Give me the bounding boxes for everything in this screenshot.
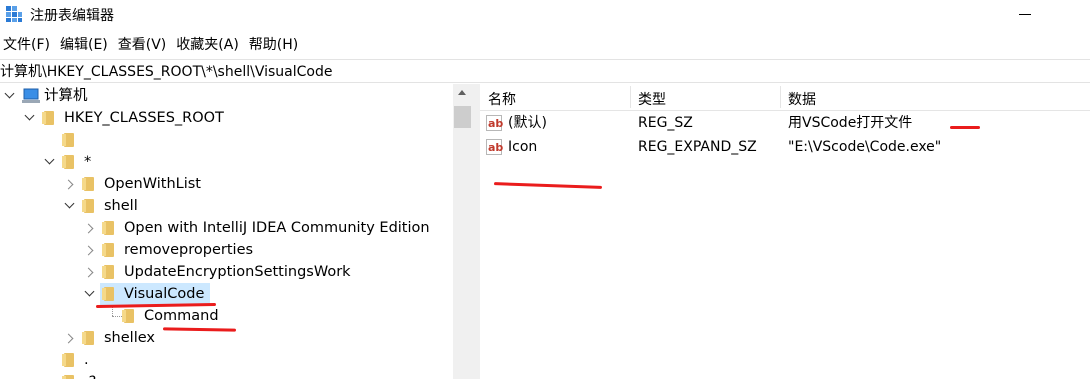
folder-icon [82, 176, 96, 192]
folder-icon [102, 242, 116, 258]
menu-favorites[interactable]: 收藏夹(A) [173, 34, 246, 56]
chevron-down-icon[interactable] [4, 85, 16, 107]
registry-icon [6, 6, 22, 22]
menu-edit[interactable]: 编辑(E) [57, 34, 115, 56]
folder-icon [62, 154, 76, 170]
chevron-down-icon[interactable] [84, 283, 96, 305]
folder-icon [62, 374, 76, 379]
chevron-right-icon[interactable] [84, 261, 96, 283]
tree-item-label: VisualCode [124, 286, 205, 302]
column-separator[interactable] [630, 86, 631, 108]
tree-item-computer[interactable]: 计算机 [0, 85, 300, 107]
value-data: "E:\VScode\Code.exe" [788, 139, 942, 155]
value-type: REG_EXPAND_SZ [638, 139, 757, 155]
pane-splitter[interactable] [472, 84, 480, 379]
folder-icon [122, 308, 136, 324]
tree-item-label: removeproperties [124, 242, 254, 258]
value-type: REG_SZ [638, 115, 693, 131]
folder-icon [62, 352, 76, 368]
menu-file[interactable]: 文件(F) [0, 34, 57, 56]
tree-item-label: shellex [104, 330, 155, 346]
column-separator[interactable] [780, 86, 781, 108]
annotation-underline [950, 126, 980, 129]
chevron-right-icon[interactable] [64, 327, 76, 349]
column-data[interactable]: 数据 [788, 89, 816, 109]
chevron-down-icon[interactable] [44, 151, 56, 173]
chevron-right-icon[interactable] [84, 217, 96, 239]
tree-item-label: Command [144, 308, 219, 324]
folder-icon [102, 264, 116, 280]
value-row[interactable]: ab (默认) REG_SZ 用VSCode打开文件 [480, 111, 1090, 135]
key-tree: 计算机 HKEY_CLASSES_ROOT * OpenWithList she… [0, 84, 472, 379]
value-data: 用VSCode打开文件 [788, 115, 913, 131]
minimize-button[interactable] [1019, 4, 1033, 24]
address-path[interactable]: 计算机\HKEY_CLASSES_ROOT\*\shell\VisualCode [0, 61, 332, 81]
value-name: (默认) [508, 115, 547, 131]
tree-item-label: OpenWithList [104, 176, 201, 192]
tree-item-dot[interactable]: . [0, 349, 120, 371]
tree-item-label: Open with IntelliJ IDEA Community Editio… [124, 220, 430, 236]
tree-item-dotq[interactable]: .? [0, 371, 120, 379]
folder-icon [62, 132, 76, 148]
chevron-right-icon[interactable] [64, 173, 76, 195]
tree-item-openwithlist[interactable]: OpenWithList [0, 173, 300, 195]
folder-icon [42, 110, 56, 126]
scroll-thumb[interactable] [454, 106, 471, 128]
tree-item-label: UpdateEncryptionSettingsWork [124, 264, 351, 280]
annotation-underline [493, 182, 603, 189]
chevron-down-icon[interactable] [64, 195, 76, 217]
folder-icon [82, 330, 96, 346]
value-row[interactable]: ab Icon REG_EXPAND_SZ "E:\VScode\Code.ex… [480, 135, 1090, 159]
chevron-right-icon[interactable] [84, 239, 96, 261]
menu-help[interactable]: 帮助(H) [246, 34, 305, 56]
tree-item-unnamed[interactable] [0, 129, 100, 151]
tree-item-label: .? [84, 371, 96, 379]
folder-icon [102, 286, 116, 302]
title-bar: 注册表编辑器 [0, 0, 1090, 30]
tree-item-label: 计算机 [44, 88, 88, 104]
tree-item-shellex[interactable]: shellex [0, 327, 300, 349]
window-title: 注册表编辑器 [30, 8, 114, 24]
tree-item-updateencryption[interactable]: UpdateEncryptionSettingsWork [0, 261, 400, 283]
values-list: 名称 类型 数据 ab (默认) REG_SZ 用VSCode打开文件 ab I… [480, 84, 1090, 379]
tree-item-star[interactable]: * [0, 151, 120, 173]
chevron-down-icon[interactable] [24, 107, 36, 129]
menu-view[interactable]: 查看(V) [115, 34, 174, 56]
tree-scrollbar[interactable] [453, 84, 472, 379]
tree-item-visualcode[interactable]: VisualCode [0, 283, 300, 305]
tree-item-label: HKEY_CLASSES_ROOT [64, 110, 224, 126]
tree-item-intellij[interactable]: Open with IntelliJ IDEA Community Editio… [0, 217, 452, 239]
scroll-up-icon[interactable] [458, 90, 466, 95]
tree-item-shell[interactable]: shell [0, 195, 300, 217]
string-value-icon: ab [486, 139, 504, 155]
folder-icon [82, 198, 96, 214]
tree-item-removeproperties[interactable]: removeproperties [0, 239, 300, 261]
tree-item-command[interactable]: Command [0, 305, 300, 327]
tree-item-label: . [84, 352, 89, 368]
tree-item-label: * [84, 154, 92, 170]
values-header: 名称 类型 数据 [480, 84, 1090, 111]
column-type[interactable]: 类型 [638, 89, 666, 109]
tree-item-label: shell [104, 198, 138, 214]
menu-bar: 文件(F) 编辑(E) 查看(V) 收藏夹(A) 帮助(H) [0, 34, 305, 56]
address-bar[interactable]: 计算机\HKEY_CLASSES_ROOT\*\shell\VisualCode [0, 59, 1090, 83]
tree-item-hkcr[interactable]: HKEY_CLASSES_ROOT [0, 107, 300, 129]
value-name: Icon [508, 139, 538, 155]
computer-icon [22, 88, 40, 103]
folder-icon [102, 220, 116, 236]
string-value-icon: ab [486, 115, 504, 131]
column-name[interactable]: 名称 [488, 89, 516, 109]
